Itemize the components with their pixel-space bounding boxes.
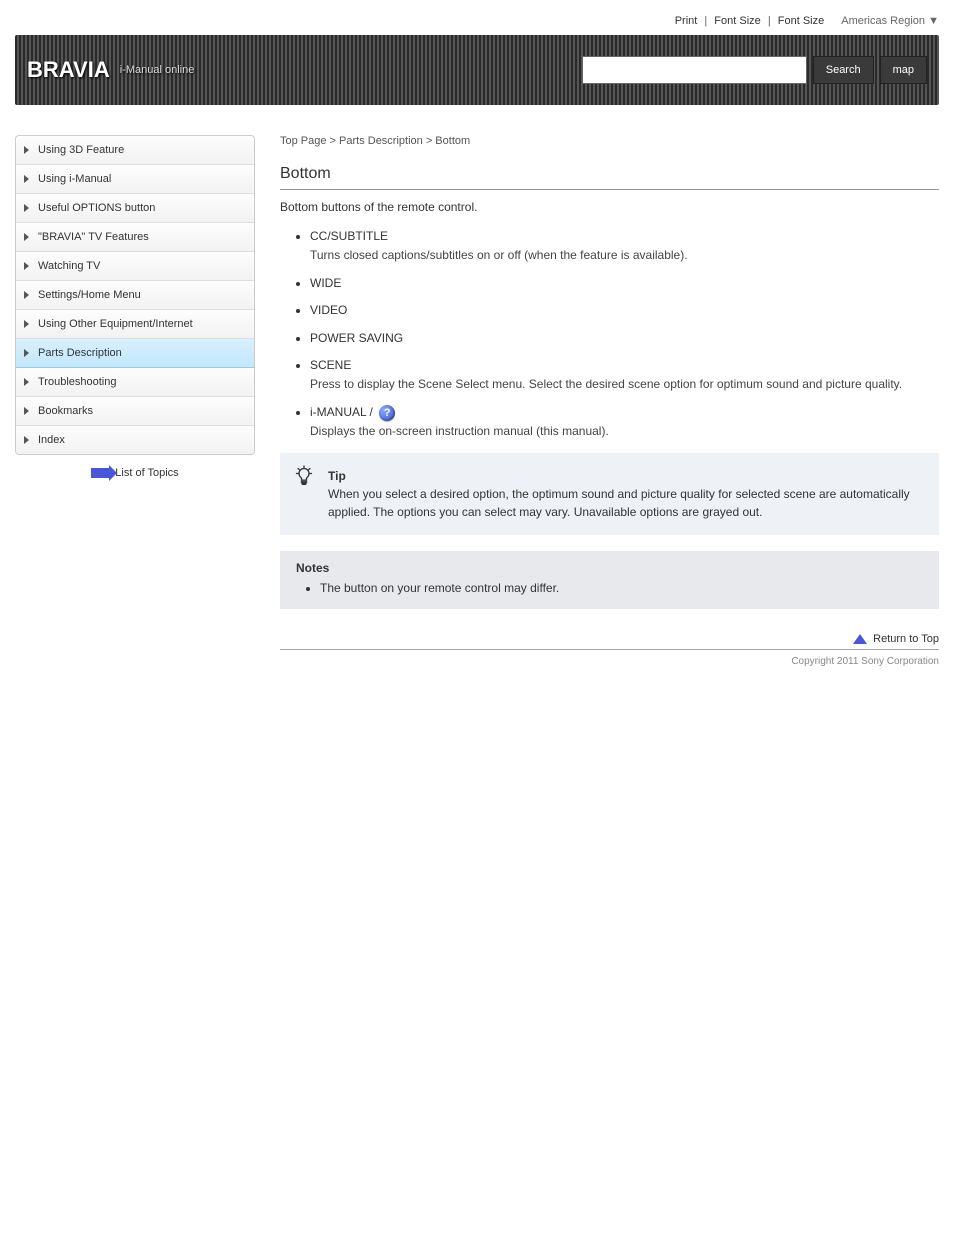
- footer-divider: [280, 649, 939, 650]
- sidebar-item-label: Using i-Manual: [38, 173, 111, 185]
- sidebar-item-label: Using Other Equipment/Internet: [38, 318, 193, 330]
- sidebar-item-other-equipment[interactable]: Using Other Equipment/Internet: [16, 310, 254, 339]
- breadcrumb[interactable]: Top Page > Parts Description > Bottom: [280, 135, 939, 147]
- sidebar-item-imanual[interactable]: Using i-Manual: [16, 165, 254, 194]
- main-content: Top Page > Parts Description > Bottom Bo…: [280, 135, 939, 667]
- sidebar: Using 3D Feature Using i-Manual Useful O…: [15, 135, 255, 667]
- list-item: VIDEO: [310, 302, 939, 319]
- arrow-right-icon: [91, 468, 109, 478]
- print-link[interactable]: Print: [675, 15, 698, 27]
- list-item: The button on your remote control may di…: [320, 581, 923, 595]
- list-item: CC/SUBTITLE Turns closed captions/subtit…: [310, 228, 939, 265]
- intro-text: Bottom buttons of the remote control.: [280, 200, 939, 214]
- notes-label: Notes: [296, 561, 923, 575]
- sidebar-item-label: Watching TV: [38, 260, 100, 272]
- header-bar: BRAVIA i-Manual online Search map: [15, 35, 939, 105]
- font-size-large-link[interactable]: Font Size: [778, 15, 824, 27]
- chevron-down-icon: ▼: [928, 15, 939, 27]
- sidebar-item-label: Parts Description: [38, 347, 122, 359]
- map-button[interactable]: map: [880, 56, 927, 84]
- sidebar-item-label: Using 3D Feature: [38, 144, 124, 156]
- list-item: POWER SAVING: [310, 330, 939, 347]
- triangle-up-icon: [853, 634, 867, 644]
- page-title: Bottom: [280, 165, 939, 183]
- sidebar-item-label: Useful OPTIONS button: [38, 202, 155, 214]
- brand-title: BRAVIA: [27, 57, 110, 83]
- sidebar-item-options[interactable]: Useful OPTIONS button: [16, 194, 254, 223]
- button-list: CC/SUBTITLE Turns closed captions/subtit…: [280, 228, 939, 441]
- sidebar-item-label: Bookmarks: [38, 405, 93, 417]
- sidebar-item-label: "BRAVIA" TV Features: [38, 231, 149, 243]
- font-size-small-link[interactable]: Font Size: [714, 15, 760, 27]
- copyright-text: Copyright 2011 Sony Corporation: [280, 656, 939, 667]
- sidebar-item-features[interactable]: "BRAVIA" TV Features: [16, 223, 254, 252]
- list-of-topics-link[interactable]: List of Topics: [15, 467, 255, 479]
- tip-text: When you select a desired option, the op…: [328, 487, 910, 519]
- lightbulb-icon: [294, 465, 314, 487]
- sidebar-item-watching[interactable]: Watching TV: [16, 252, 254, 281]
- brand-block: BRAVIA i-Manual online: [27, 57, 194, 83]
- sidebar-item-troubleshooting[interactable]: Troubleshooting: [16, 368, 254, 397]
- list-item: i-MANUAL / ? Displays the on-screen inst…: [310, 404, 939, 441]
- sidebar-item-parts[interactable]: Parts Description: [16, 339, 254, 368]
- title-divider: [280, 189, 939, 190]
- sidebar-item-label: Index: [38, 434, 65, 446]
- list-item: SCENE Press to display the Scene Select …: [310, 357, 939, 394]
- sidebar-item-settings[interactable]: Settings/Home Menu: [16, 281, 254, 310]
- list-topics-label: List of Topics: [115, 467, 178, 479]
- sidebar-item-3d[interactable]: Using 3D Feature: [16, 136, 254, 165]
- sidebar-item-index[interactable]: Index: [16, 426, 254, 454]
- sidebar-item-label: Settings/Home Menu: [38, 289, 141, 301]
- tip-label: Tip: [328, 469, 346, 483]
- sidebar-item-label: Troubleshooting: [38, 376, 116, 388]
- notes-box: Notes The button on your remote control …: [280, 551, 939, 609]
- sidebar-item-bookmarks[interactable]: Bookmarks: [16, 397, 254, 426]
- region-selector[interactable]: Americas Region ▼: [841, 15, 939, 27]
- nav-list: Using 3D Feature Using i-Manual Useful O…: [15, 135, 255, 455]
- return-to-top-link[interactable]: Return to Top: [280, 633, 939, 645]
- list-item: WIDE: [310, 275, 939, 292]
- search-button[interactable]: Search: [813, 56, 874, 84]
- tip-box: Tip When you select a desired option, th…: [280, 453, 939, 535]
- top-utility-bar: Print | Font Size | Font Size Americas R…: [15, 15, 939, 27]
- help-icon: ?: [379, 405, 395, 421]
- search-area: Search map: [582, 56, 927, 84]
- brand-subtitle: i-Manual online: [120, 64, 195, 76]
- search-input[interactable]: [582, 56, 807, 84]
